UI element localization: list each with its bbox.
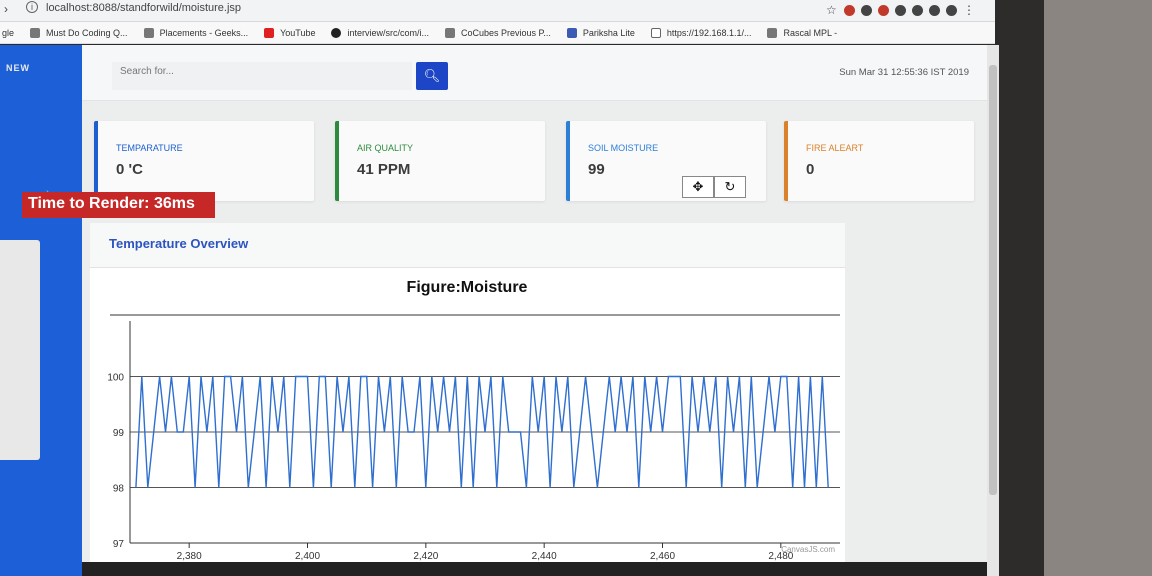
bookmark-icon xyxy=(566,27,577,38)
bookmark-label: gle xyxy=(2,27,15,38)
pan-button[interactable]: ✥ xyxy=(682,176,714,198)
extension-icon[interactable] xyxy=(895,5,906,16)
moisture-chart[interactable]: Figure:Moisture 97 98 99 100 2,380 2,400 2,420 2… xyxy=(90,268,845,576)
address-bar[interactable]: › i localhost:8088/standforwild/moisture… xyxy=(0,0,995,22)
card-value: 41 PPM xyxy=(357,161,411,178)
info-icon[interactable]: i xyxy=(26,1,38,13)
extension-icon[interactable] xyxy=(861,5,872,16)
card-label: AIR QUALITY xyxy=(357,143,414,153)
bookmark-item[interactable]: Placements - Geeks... xyxy=(143,27,249,38)
y-tick-label: 99 xyxy=(113,428,125,439)
pan-icon: ✥ xyxy=(692,179,704,194)
left-window-edge xyxy=(0,240,40,460)
chart-title: Figure:Moisture xyxy=(407,279,528,296)
card-value: 99 xyxy=(588,161,605,178)
chart-panel: Temperature Overview Figure:Moisture 97 98… xyxy=(90,223,845,576)
bookmark-label: CoCubes Previous P... xyxy=(461,27,551,38)
bookmark-item[interactable]: YouTube xyxy=(264,27,316,38)
main-content: TEMPARATURE 0 'C AIR QUALITY 41 PPM SOIL… xyxy=(82,101,987,576)
star-icon[interactable]: ☆ xyxy=(826,4,838,16)
bookmarks-bar: gle Must Do Coding Q... Placements - Gee… xyxy=(0,22,995,44)
bookmark-item[interactable]: Pariksha Lite xyxy=(566,27,635,38)
bookmark-item[interactable]: Rascal MPL - xyxy=(767,27,838,38)
bookmark-label: https://192.168.1.1/... xyxy=(666,27,752,38)
card-value: 0 'C xyxy=(116,161,143,178)
bookmark-item[interactable]: gle xyxy=(2,28,14,38)
page-scrollbar[interactable] xyxy=(987,45,999,576)
search-button[interactable]: 🔍︎ xyxy=(416,62,448,90)
bookmark-item[interactable]: https://192.168.1.1/... xyxy=(650,27,752,38)
extension-icons: ☆ ⋮ xyxy=(826,4,975,16)
extension-icon[interactable] xyxy=(844,5,855,16)
avatar[interactable] xyxy=(946,5,957,16)
bookmark-icon xyxy=(767,27,778,38)
search-input[interactable]: Search for... xyxy=(112,62,412,90)
y-tick-label: 98 xyxy=(113,484,125,495)
panel-header: Temperature Overview xyxy=(90,223,845,268)
fire-alert-card: FIRE ALEART 0 xyxy=(784,121,974,201)
card-label: FIRE ALEART xyxy=(806,143,864,153)
reset-button[interactable]: ↻ xyxy=(714,176,746,198)
background-wall xyxy=(1044,0,1152,576)
youtube-icon xyxy=(264,27,275,38)
datetime-display: Sun Mar 31 12:55:36 IST 2019 xyxy=(839,67,969,78)
card-value: 0 xyxy=(806,161,815,178)
topbar: Search for... 🔍︎ Sun Mar 31 12:55:36 IST… xyxy=(82,45,987,101)
x-tick-label: 2,460 xyxy=(650,551,675,562)
bookmark-label: Pariksha Lite xyxy=(582,27,635,38)
x-tick-label: 2,440 xyxy=(532,551,557,562)
y-tick-label: 97 xyxy=(113,539,125,550)
search-icon: 🔍︎ xyxy=(423,68,441,83)
card-label: TEMPARATURE xyxy=(116,143,183,153)
bookmark-icon xyxy=(30,27,41,38)
bookmark-item[interactable]: CoCubes Previous P... xyxy=(445,27,551,38)
bookmark-label: Placements - Geeks... xyxy=(159,27,249,38)
bookmark-label: Rascal MPL - xyxy=(783,27,838,38)
github-icon xyxy=(331,27,342,38)
url-text[interactable]: localhost:8088/standforwild/moisture.jsp xyxy=(46,2,241,14)
bookmark-label: YouTube xyxy=(280,27,316,38)
chart-credit: CanvasJS.com xyxy=(781,545,835,554)
bookmark-item[interactable]: Must Do Coding Q... xyxy=(30,27,128,38)
x-tick-label: 2,380 xyxy=(177,551,202,562)
bookmark-label: Must Do Coding Q... xyxy=(46,27,128,38)
bookmark-item[interactable]: interview/src/com/i... xyxy=(331,27,429,38)
air-quality-card: AIR QUALITY 41 PPM xyxy=(335,121,545,201)
forward-icon[interactable]: › xyxy=(4,2,8,16)
taskbar xyxy=(82,562,987,576)
bookmark-label: interview/src/com/i... xyxy=(347,27,429,38)
x-tick-label: 2,420 xyxy=(413,551,438,562)
monitor-bezel xyxy=(999,0,1152,576)
bookmark-icon xyxy=(143,27,154,38)
menu-icon[interactable]: ⋮ xyxy=(963,4,975,16)
page-icon xyxy=(650,27,661,38)
panel-title: Temperature Overview xyxy=(109,236,249,251)
scrollbar-thumb[interactable] xyxy=(989,65,997,495)
render-time-badge: Time to Render: 36ms xyxy=(22,192,215,218)
extension-icon[interactable] xyxy=(929,5,940,16)
temperature-card: TEMPARATURE 0 'C xyxy=(94,121,314,201)
x-tick-label: 2,400 xyxy=(295,551,320,562)
chart-toolbar: ✥ ↻ xyxy=(682,176,746,198)
card-label: SOIL MOISTURE xyxy=(588,143,659,153)
reset-icon: ↻ xyxy=(724,179,736,194)
sidebar-brand[interactable]: NEW xyxy=(6,63,30,73)
extension-icon[interactable] xyxy=(878,5,889,16)
extension-icon[interactable] xyxy=(912,5,923,16)
y-tick-label: 100 xyxy=(107,373,124,384)
bookmark-icon xyxy=(445,27,455,38)
